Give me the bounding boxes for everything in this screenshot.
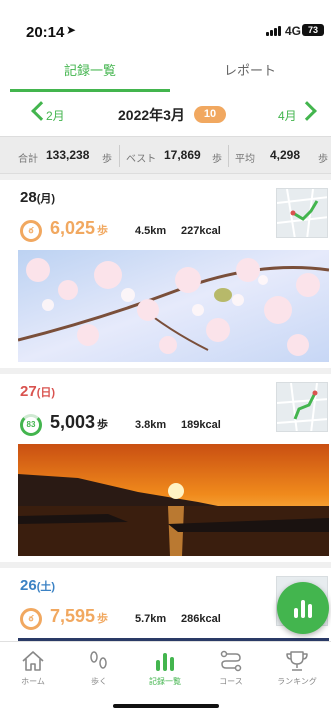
total-label: 合計 <box>18 154 38 165</box>
day-weekday: (日) <box>36 387 56 399</box>
nav-walk[interactable]: 歩く <box>66 642 132 692</box>
footprints-icon <box>90 651 107 669</box>
trophy-icon <box>286 651 308 671</box>
nav-label: ランキング <box>277 677 317 686</box>
best-label: ベスト <box>126 154 157 165</box>
steps-unit: 歩 <box>97 225 109 237</box>
nav-label: 記録一覧 <box>149 677 181 686</box>
day-card[interactable]: 28(月) ఠ 6,025 歩 4.5km 227kcal <box>0 180 331 368</box>
day-steps: 7,595 歩 <box>50 606 108 627</box>
steps-value: 6,025 <box>50 218 96 238</box>
nav-ranking[interactable]: ランキング <box>264 642 330 692</box>
nav-label: 歩く <box>91 677 107 686</box>
steps-value: 5,003 <box>50 412 96 432</box>
steps-value: 7,595 <box>50 606 96 626</box>
steps-unit: 歩 <box>97 613 109 625</box>
chevron-right-icon[interactable] <box>297 101 317 121</box>
day-photo-blossoms[interactable] <box>17 250 330 362</box>
day-weekday: (土) <box>36 581 56 593</box>
stats-fab-button[interactable] <box>277 582 329 634</box>
nav-home[interactable]: ホーム <box>0 642 66 692</box>
day-date: 27(日) <box>20 383 55 400</box>
month-title: 2022年3月 <box>118 107 185 123</box>
month-count-badge: 10 <box>194 106 226 123</box>
nav-label: コース <box>219 677 243 686</box>
bar-chart-icon <box>156 653 174 671</box>
day-number: 26 <box>20 577 37 594</box>
status-bar: 20:14 ➤ 4G 73 <box>0 0 331 46</box>
day-calories: 189kcal <box>181 419 221 431</box>
month-summary: 合計 133,238 歩 ベスト 17,869 歩 平均 4,298 歩 <box>0 136 331 174</box>
avg-unit: 歩 <box>318 154 328 165</box>
best-unit: 歩 <box>212 154 222 165</box>
top-tabs: 記録一覧 レポート <box>0 46 331 92</box>
day-distance: 5.7km <box>135 613 167 625</box>
month-navigation: 2月 2022年3月 10 4月 <box>0 92 331 136</box>
total-unit: 歩 <box>102 154 112 165</box>
summary-divider <box>228 145 229 167</box>
day-date: 28(月) <box>20 189 55 206</box>
avg-label: 平均 <box>235 154 255 165</box>
nav-records[interactable]: 記録一覧 <box>132 642 198 692</box>
total-value: 133,238 <box>46 148 90 162</box>
route-map-thumbnail[interactable] <box>276 188 328 238</box>
tab-report[interactable]: レポート <box>170 46 330 92</box>
day-steps: 6,025 歩 <box>50 218 108 239</box>
next-month-button[interactable]: 4月 <box>278 107 297 124</box>
nav-label: ホーム <box>21 677 45 686</box>
summary-divider <box>119 145 120 167</box>
day-distance: 3.8km <box>135 419 167 431</box>
tab-records[interactable]: 記録一覧 <box>10 46 170 92</box>
day-photo-sunset[interactable] <box>18 444 329 556</box>
home-icon <box>22 651 44 671</box>
avg-value: 4,298 <box>270 148 301 162</box>
route-map-thumbnail[interactable] <box>276 382 328 432</box>
steps-unit: 歩 <box>97 419 109 431</box>
day-calories: 227kcal <box>181 225 221 237</box>
best-value: 17,869 <box>164 148 201 162</box>
day-calories: 286kcal <box>181 613 221 625</box>
battery-icon: 73 <box>302 24 324 36</box>
day-date: 26(土) <box>20 577 55 594</box>
route-icon <box>220 650 242 672</box>
smiley-icon: ఠ <box>20 220 42 242</box>
status-time: 20:14 <box>26 24 65 41</box>
day-weekday: (月) <box>36 193 56 205</box>
day-distance: 4.5km <box>135 225 167 237</box>
progress-ring: 83 <box>20 414 42 436</box>
location-arrow-icon: ➤ <box>66 23 77 37</box>
day-steps: 5,003 歩 <box>50 412 108 433</box>
prev-month-button[interactable]: 2月 <box>46 107 65 124</box>
day-number: 28 <box>20 189 37 206</box>
day-card[interactable]: 27(日) 83 5,003 歩 3.8km 189kcal <box>0 374 331 562</box>
network-type: 4G <box>285 24 302 38</box>
signal-icon <box>266 26 282 36</box>
day-number: 27 <box>20 383 37 400</box>
nav-course[interactable]: コース <box>198 642 264 692</box>
smiley-icon: ఠ <box>20 608 42 630</box>
home-indicator <box>113 704 219 708</box>
